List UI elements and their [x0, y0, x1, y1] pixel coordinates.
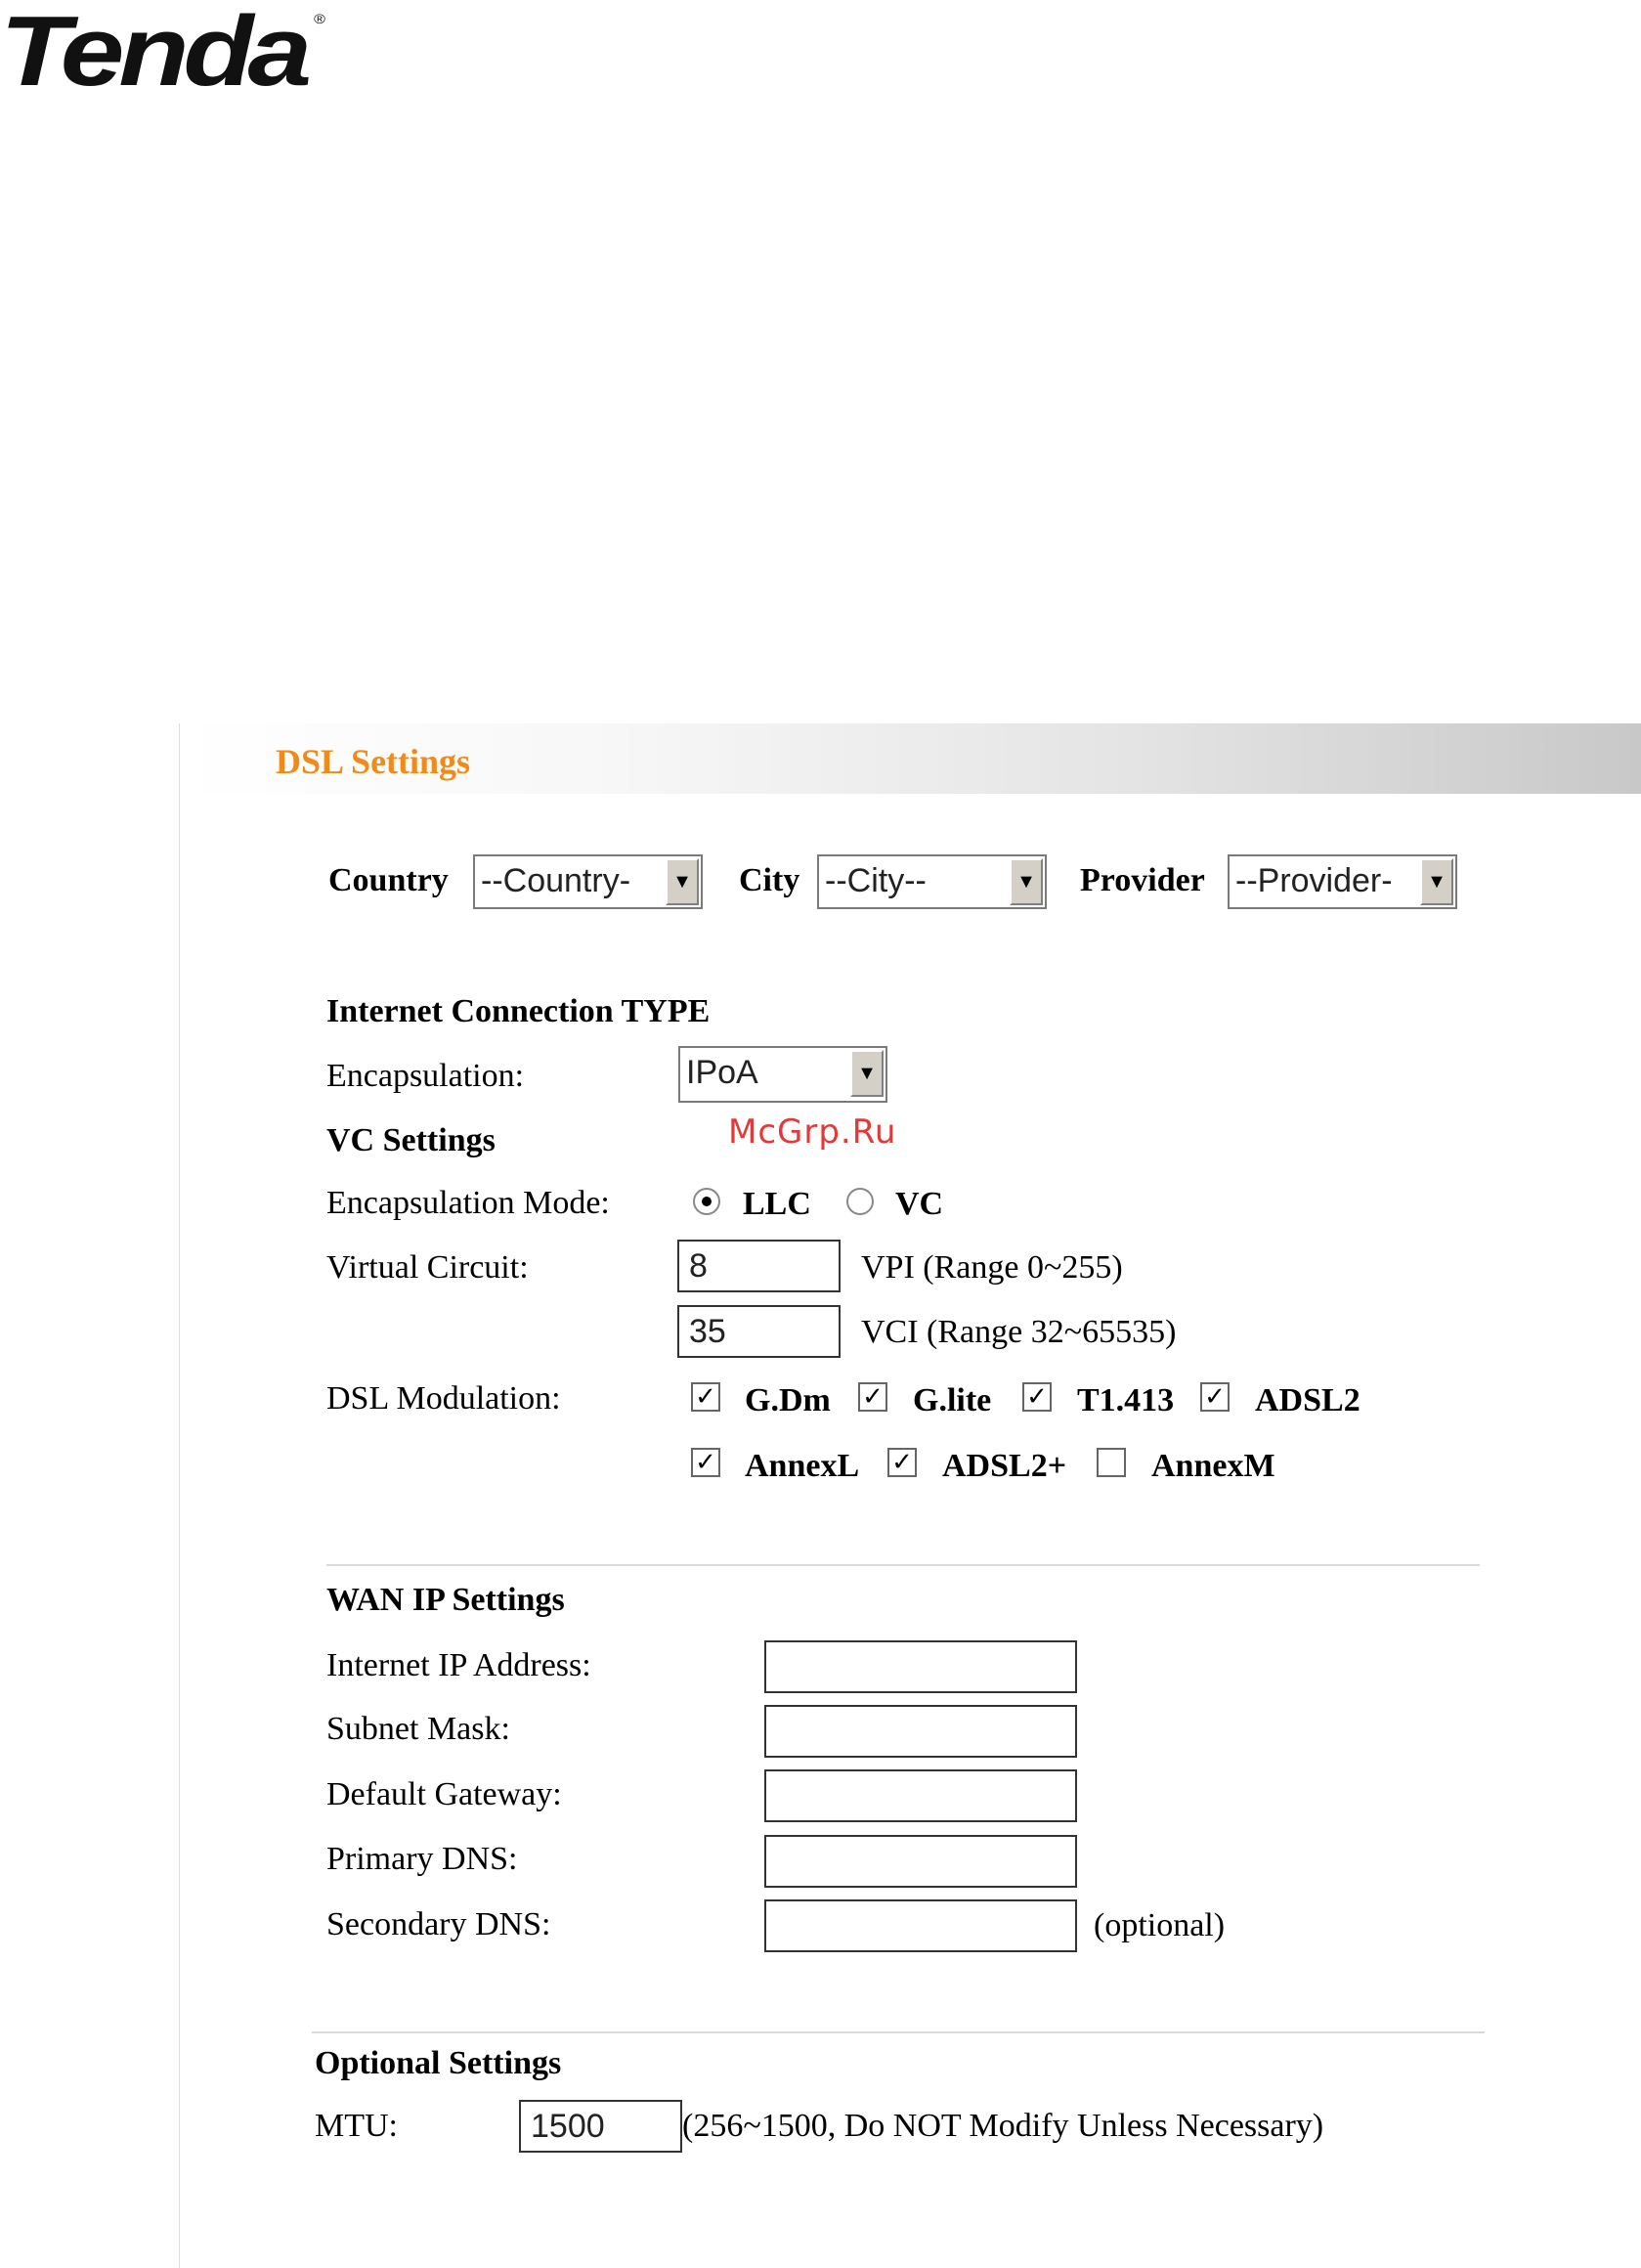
encapsulation-label: Encapsulation: — [326, 1058, 525, 1094]
vci-hint: VCI (Range 32~65535) — [861, 1314, 1177, 1350]
virtual-circuit-label: Virtual Circuit: — [326, 1249, 529, 1286]
adsl2plus-label: ADSL2+ — [942, 1448, 1067, 1484]
wan-ip-heading: WAN IP Settings — [326, 1582, 565, 1618]
country-select[interactable]: --Country- ▼ — [473, 854, 703, 909]
adsl2-label: ADSL2 — [1255, 1382, 1360, 1418]
connection-type-heading: Internet Connection TYPE — [326, 993, 711, 1029]
city-select-value: --City-- — [825, 862, 927, 899]
gdmt-checkbox[interactable]: ✓ — [691, 1382, 720, 1412]
annexm-label: AnnexM — [1151, 1448, 1275, 1484]
provider-label: Provider — [1080, 862, 1205, 898]
llc-radio-label: LLC — [743, 1186, 811, 1222]
country-label: Country — [328, 862, 449, 898]
country-select-value: --Country- — [481, 862, 631, 899]
default-gateway-input[interactable] — [764, 1769, 1077, 1822]
panel-header: DSL Settings — [180, 723, 1641, 794]
optional-hint: (optional) — [1094, 1907, 1226, 1943]
vc-radio-label: VC — [895, 1186, 944, 1222]
mtu-label: MTU: — [315, 2108, 398, 2144]
glite-checkbox[interactable]: ✓ — [858, 1382, 887, 1412]
watermark-text: McGrp.Ru — [728, 1112, 897, 1152]
encapsulation-select[interactable]: IPoA ▼ — [678, 1046, 887, 1103]
divider — [326, 1564, 1480, 1566]
encapsulation-mode-label: Encapsulation Mode: — [326, 1185, 610, 1221]
dsl-modulation-label: DSL Modulation: — [326, 1380, 561, 1417]
panel-title: DSL Settings — [276, 742, 471, 781]
vc-settings-heading: VC Settings — [326, 1122, 496, 1158]
subnet-mask-label: Subnet Mask: — [326, 1711, 510, 1747]
encapsulation-select-value: IPoA — [686, 1054, 758, 1091]
secondary-dns-label: Secondary DNS: — [326, 1906, 551, 1942]
city-select[interactable]: --City-- ▼ — [817, 854, 1047, 909]
city-label: City — [739, 862, 800, 898]
llc-radio[interactable] — [693, 1188, 720, 1215]
annexl-label: AnnexL — [745, 1448, 860, 1484]
registered-mark: ® — [314, 12, 325, 27]
primary-dns-label: Primary DNS: — [326, 1841, 518, 1877]
chevron-down-icon[interactable]: ▼ — [1420, 858, 1453, 905]
vci-input[interactable]: 35 — [677, 1305, 841, 1358]
divider — [312, 2031, 1485, 2033]
vc-radio[interactable] — [846, 1188, 874, 1215]
adsl2plus-checkbox[interactable]: ✓ — [887, 1448, 917, 1477]
chevron-down-icon[interactable]: ▼ — [1010, 858, 1043, 905]
provider-select-value: --Provider- — [1235, 862, 1393, 899]
t1413-checkbox[interactable]: ✓ — [1022, 1382, 1052, 1412]
mtu-hint: (256~1500, Do NOT Modify Unless Necessar… — [682, 2108, 1324, 2144]
vpi-input[interactable]: 8 — [677, 1240, 841, 1292]
tenda-logo: Tenda ® — [0, 0, 325, 109]
t1413-label: T1.413 — [1077, 1382, 1175, 1418]
annexm-checkbox[interactable] — [1097, 1448, 1126, 1477]
gdmt-label: G.Dm — [745, 1382, 831, 1418]
dsl-settings-panel: DSL Settings Country --Country- ▼ City -… — [179, 723, 1641, 2268]
secondary-dns-input[interactable] — [764, 1899, 1077, 1952]
mtu-input[interactable]: 1500 — [519, 2100, 682, 2153]
logo-text: Tenda — [0, 0, 312, 108]
provider-select[interactable]: --Provider- ▼ — [1228, 854, 1457, 909]
chevron-down-icon[interactable]: ▼ — [666, 858, 699, 905]
default-gateway-label: Default Gateway: — [326, 1776, 562, 1812]
optional-settings-heading: Optional Settings — [315, 2045, 562, 2081]
vpi-hint: VPI (Range 0~255) — [861, 1249, 1123, 1286]
primary-dns-input[interactable] — [764, 1835, 1077, 1888]
annexl-checkbox[interactable]: ✓ — [691, 1448, 720, 1477]
internet-ip-input[interactable] — [764, 1640, 1077, 1693]
chevron-down-icon[interactable]: ▼ — [850, 1050, 884, 1097]
adsl2-checkbox[interactable]: ✓ — [1200, 1382, 1230, 1412]
subnet-mask-input[interactable] — [764, 1705, 1077, 1758]
glite-label: G.lite — [913, 1382, 992, 1418]
internet-ip-label: Internet IP Address: — [326, 1647, 591, 1683]
